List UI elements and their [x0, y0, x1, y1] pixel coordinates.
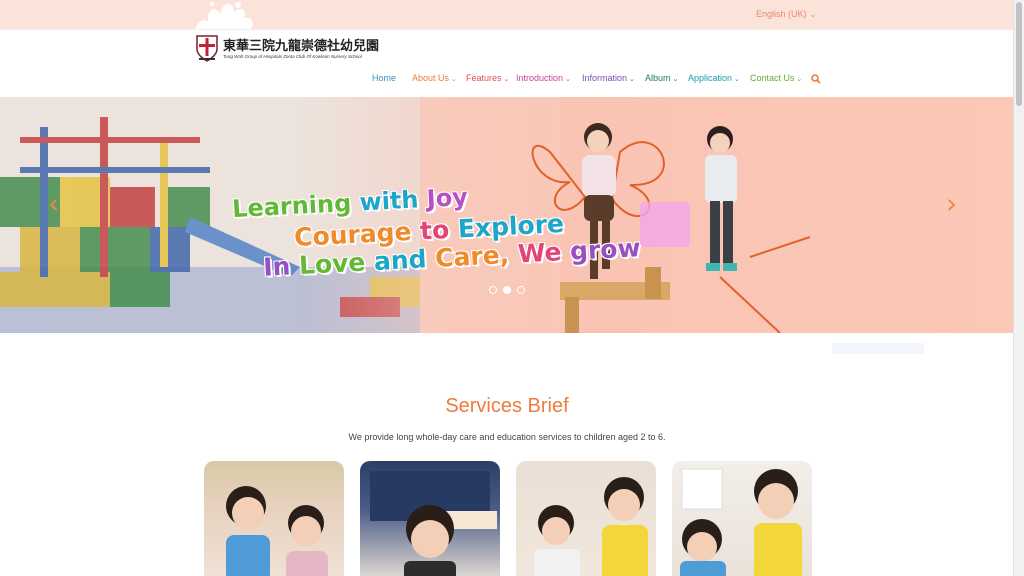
slider-pagination: [489, 281, 531, 294]
tagline-word: Joy: [426, 182, 469, 213]
chevron-right-icon: ›: [946, 187, 958, 220]
tagline-word: We: [517, 236, 571, 269]
top-bar: English (UK) ⌄: [0, 0, 1024, 30]
hero-slider: Learning with Joy Courage to Explore In Lo…: [0, 97, 1014, 333]
tagline-word: Love: [298, 247, 375, 280]
slider-next-button[interactable]: ›: [946, 190, 966, 218]
chevron-down-icon: ⌄: [451, 76, 457, 83]
nav-item-label: Album: [645, 73, 671, 83]
nav-item-application[interactable]: Application ⌄: [688, 73, 740, 83]
chevron-left-icon: ‹: [48, 187, 60, 220]
nav-item-label: Application: [688, 73, 733, 83]
tagline-word: Care,: [434, 239, 519, 273]
service-photo-3: [534, 477, 648, 576]
chevron-down-icon: ⌄: [672, 76, 679, 83]
service-card-4[interactable]: [672, 461, 812, 576]
chevron-down-icon: ⌄: [629, 76, 635, 83]
page-scrollbar[interactable]: [1013, 0, 1024, 576]
tagline-word: grow: [569, 233, 642, 266]
school-name-chinese: 東華三院九龍崇德社幼兒園: [223, 39, 380, 54]
chevron-down-icon: ⌄: [796, 76, 803, 83]
language-selector[interactable]: English (UK) ⌄: [756, 9, 816, 19]
slider-dot-1[interactable]: [489, 286, 497, 294]
nav-item-about-us[interactable]: About Us ⌄: [412, 73, 457, 83]
nav-item-label: Home: [372, 73, 397, 83]
nav-item-label: Features: [466, 73, 502, 83]
school-name-english: Tung Wah Group of Hospitals Zonta Club O…: [223, 54, 362, 59]
scrollbar-thumb[interactable]: [1016, 2, 1022, 106]
tagline-word: and: [373, 243, 436, 277]
nav-item-contact-us[interactable]: Contact Us ⌄: [750, 73, 802, 83]
nav-item-label: Information: [582, 73, 628, 83]
page: English (UK) ⌄ 東華三院九龍崇德社幼兒園 Tung Wah Grou…: [0, 0, 1024, 576]
search-icon[interactable]: [811, 74, 821, 84]
school-logo[interactable]: 東華三院九龍崇德社幼兒園 Tung Wah Group of Hospitals…: [195, 34, 379, 64]
service-photo-4: [680, 468, 802, 576]
crest-icon: [196, 35, 218, 62]
tagline-word: with: [358, 184, 428, 217]
chevron-down-icon: ⌄: [809, 10, 817, 19]
chevron-down-icon: ⌄: [565, 76, 571, 83]
tagline-word: In: [262, 251, 300, 282]
site-header: 東華三院九龍崇德社幼兒園 Tung Wah Group of Hospitals…: [0, 29, 1014, 98]
paint-splash-decoration: [195, 2, 253, 30]
nav-item-label: Contact Us: [750, 73, 795, 83]
slider-dot-2[interactable]: [503, 286, 511, 294]
service-card-1[interactable]: [204, 461, 344, 576]
nav-item-introduction[interactable]: Introduction ⌄: [516, 73, 571, 83]
chevron-down-icon: ⌄: [734, 76, 740, 83]
services-title: Services Brief: [445, 395, 569, 417]
children-photo: [531, 123, 811, 333]
nav-item-label: About Us: [412, 73, 450, 83]
faint-search-field[interactable]: [832, 343, 924, 354]
services-subtitle: We provide long whole-day care and educa…: [348, 432, 666, 442]
nav-item-features[interactable]: Features ⌄: [466, 73, 509, 83]
service-card-2[interactable]: [360, 461, 500, 576]
nav-item-album[interactable]: Album ⌄: [645, 73, 678, 83]
service-photo-1: [226, 486, 328, 576]
language-label: English (UK): [756, 9, 807, 19]
nav-item-information[interactable]: Information ⌄: [582, 73, 635, 83]
tagline-word: to: [419, 214, 459, 246]
nav-item-home[interactable]: Home: [372, 73, 396, 83]
service-photo-2: [370, 471, 497, 576]
slider-dot-3[interactable]: [517, 286, 525, 294]
slider-prev-button[interactable]: ‹: [48, 190, 68, 218]
service-card-3[interactable]: [516, 461, 656, 576]
nav-item-label: Introduction: [516, 73, 564, 83]
chevron-down-icon: ⌄: [503, 76, 510, 83]
